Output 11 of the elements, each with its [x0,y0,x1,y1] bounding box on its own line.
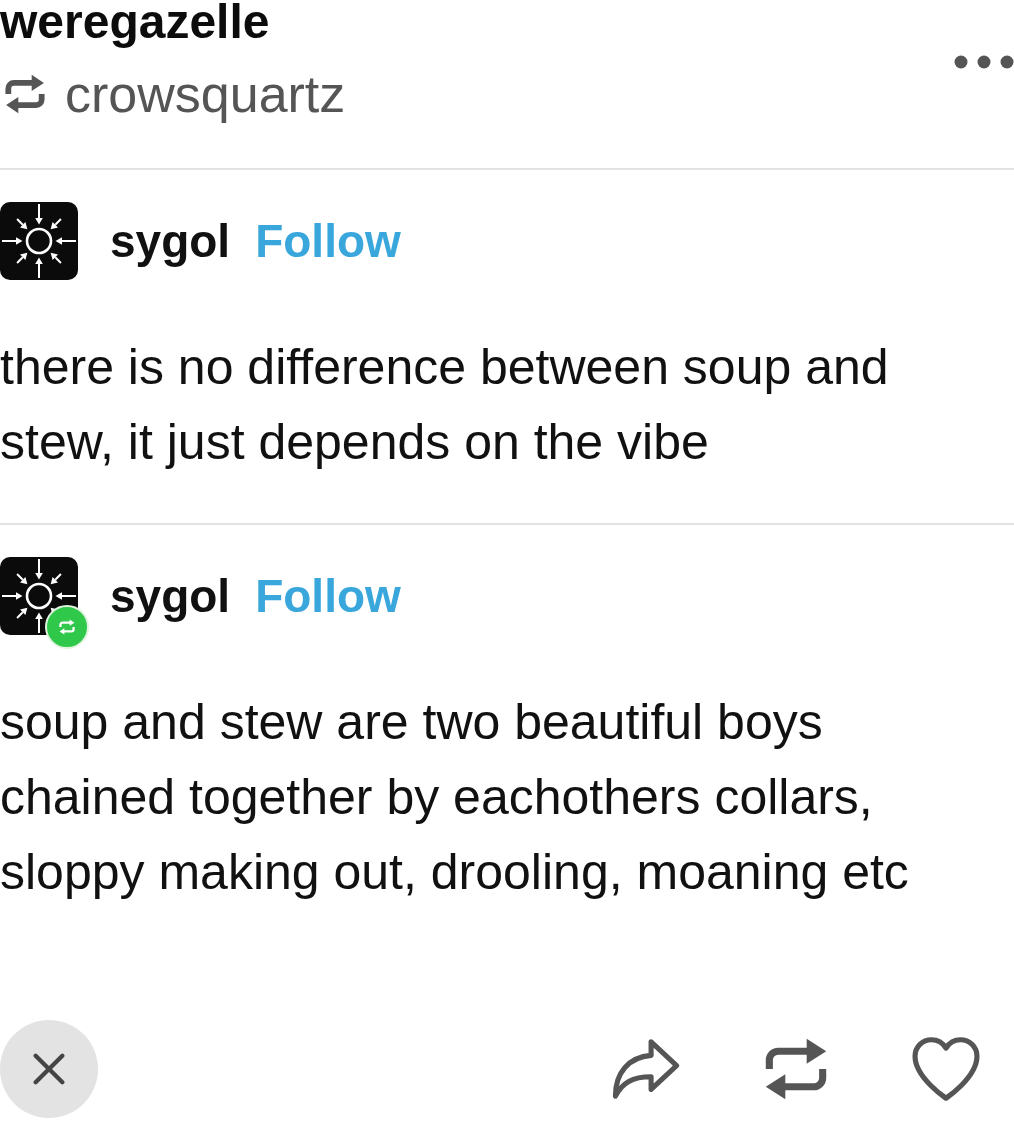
post-text: soup and stew are two beautiful boys chained together by eachothers collars, sloppy making out, drooling, moaning etc [0,693,910,902]
author-name[interactable]: sygol [110,213,231,269]
more-options-icon[interactable] [954,55,1014,69]
close-icon [33,1053,65,1085]
post-text: there is no difference between soup and stew, it just depends on the vibe [0,338,890,472]
reblog-icon [5,74,45,114]
author-name[interactable]: sygol [110,568,231,624]
share-icon[interactable] [612,1037,680,1101]
avatar-icon[interactable] [0,202,78,280]
reblogged-from-name[interactable]: crowsquartz [65,64,346,124]
heart-icon[interactable] [912,1037,980,1101]
